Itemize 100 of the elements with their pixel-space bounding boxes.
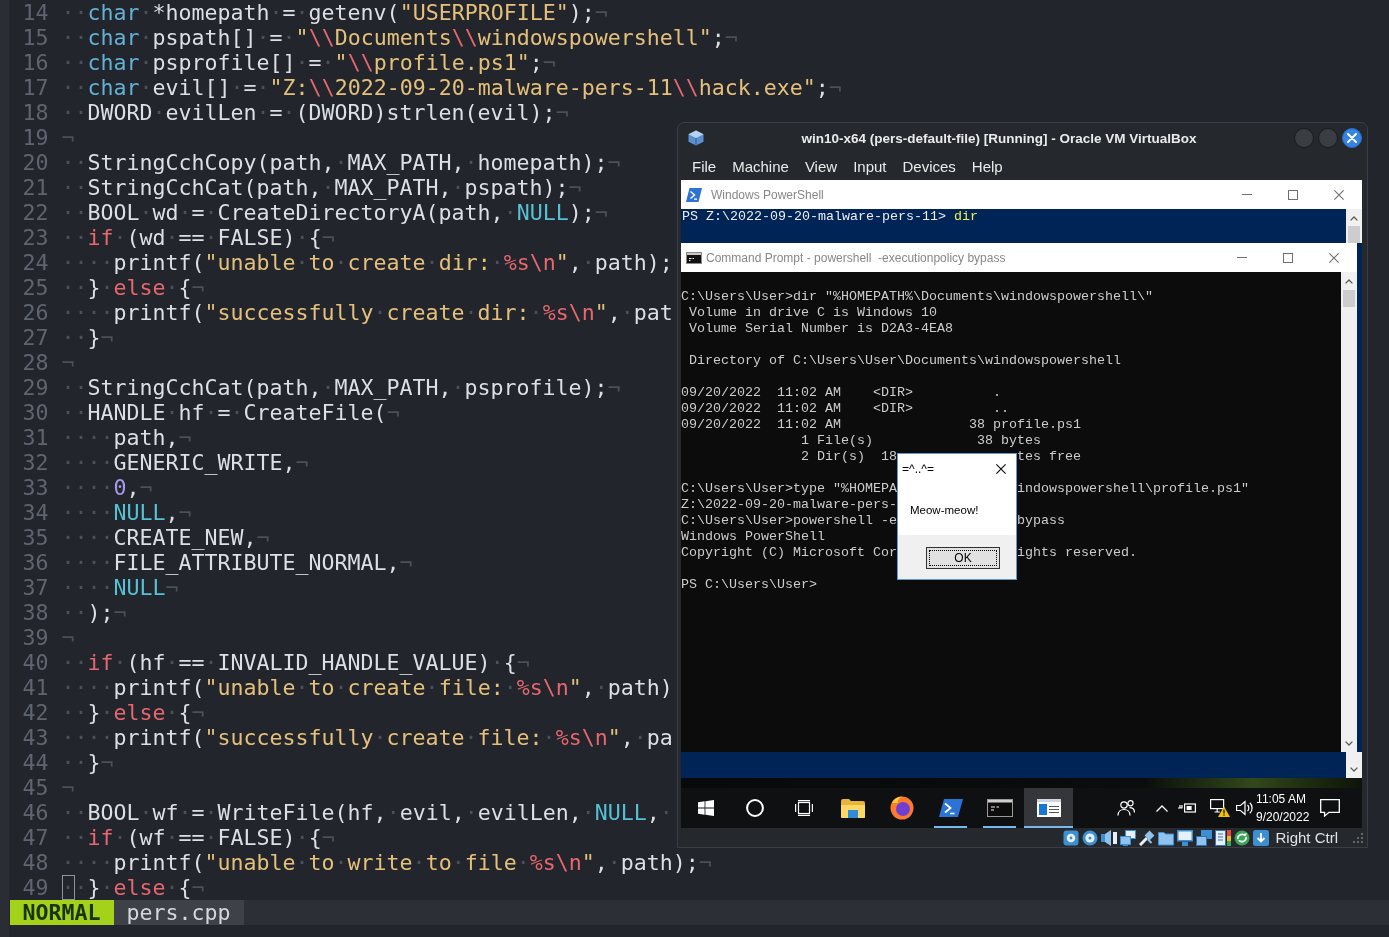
sync-icon[interactable]: [1234, 829, 1251, 846]
line-number: 16: [22, 50, 49, 75]
document-icon[interactable]: [1215, 829, 1232, 846]
close-icon: [1347, 133, 1357, 143]
globe-icon: [889, 796, 914, 820]
line-number: 20: [22, 150, 49, 175]
line-number: 25: [22, 275, 49, 300]
stacked-windows-icon[interactable]: [1196, 829, 1213, 846]
close-icon: [996, 464, 1006, 474]
prompt-icon: [686, 187, 702, 202]
code-line: ¬: [61, 125, 75, 150]
chevron-up-icon: [1345, 279, 1353, 284]
code-line: ··}¬: [61, 750, 114, 775]
code-line: ¬: [61, 775, 75, 800]
disc-icon[interactable]: [1082, 829, 1099, 846]
ring-icon: [745, 799, 764, 817]
line-number: 37: [22, 575, 49, 600]
line-number: 14: [22, 0, 49, 25]
people-icon[interactable]: [1117, 800, 1135, 816]
code-line: ··}·else·{¬: [61, 700, 205, 725]
code-line: ··char·evil[]·=·"Z:\\2022-09-20-malware-pers-11\\hack.exe";¬: [61, 75, 842, 100]
code-line: ····FILE_ATTRIBUTE_NORMAL,¬: [61, 550, 413, 575]
line-number: 27: [22, 325, 49, 350]
menu-item[interactable]: Input: [846, 156, 894, 177]
code-line: ··StringCchCat(path,·MAX_PATH,·psprofile);¬: [61, 375, 621, 400]
console-line: bypass: [1017, 513, 1065, 529]
line-number: 45: [22, 775, 49, 800]
chevron-up-icon: [1350, 216, 1358, 221]
code-line: ··StringCchCat(path,·MAX_PATH,·pspath);¬: [61, 175, 582, 200]
ok-button[interactable]: OK: [926, 547, 1000, 569]
dialog-message: Meow-meow!: [910, 502, 979, 518]
line-number: 24: [22, 250, 49, 275]
network-icon[interactable]: [1120, 829, 1137, 846]
display-icon[interactable]: [1177, 829, 1194, 846]
console-icon: [986, 799, 1013, 817]
menu-item[interactable]: File: [685, 156, 724, 177]
line-number: 48: [22, 850, 49, 875]
speaker-icon[interactable]: [1101, 829, 1118, 846]
console-line: Directory of C:\Users\User\Documents\windowspowershell: [689, 353, 1121, 369]
code-line: ····GENERIC_WRITE,¬: [61, 450, 309, 475]
code-line: ··if·(hf·==·INVALID_HANDLE_VALUE)·{¬: [61, 650, 530, 675]
code-line: ····NULL,¬: [61, 500, 192, 525]
code-line: ··BOOL·wf·=·WriteFile(hf,·evil,·evilLen,·NULL,·: [61, 800, 673, 825]
cube-icon: [688, 130, 704, 146]
close-button[interactable]: [1342, 128, 1362, 148]
scroll-thumb[interactable]: [1343, 290, 1355, 307]
console-line: 09/20/2022 11:02 AM <DIR> .: [681, 385, 1001, 401]
code-line: ¬: [61, 350, 75, 375]
battery-icon[interactable]: [1178, 801, 1196, 815]
code-line: ··HANDLE·hf·=·CreateFile(¬: [61, 400, 400, 425]
folder-icon: [840, 798, 865, 818]
console-line: 09/20/2022 11:02 AM <DIR> ..: [681, 401, 1009, 417]
console-line: Z:\2022-09-20-malware-pers-: [681, 497, 897, 513]
menu-item[interactable]: Help: [964, 156, 1010, 177]
console-line: Windows PowerShell: [681, 529, 825, 545]
line-number: 30: [22, 400, 49, 425]
resize-grip-icon[interactable]: [1353, 832, 1363, 843]
line-number: 32: [22, 450, 49, 475]
console-line: ights reserved.: [1017, 545, 1137, 561]
line-number: 43: [22, 725, 49, 750]
network-warning-icon[interactable]: [1210, 799, 1230, 817]
line-number: 28: [22, 350, 49, 375]
minimize-icon: [1242, 194, 1252, 195]
scrollbar[interactable]: [1346, 752, 1362, 778]
menu-item[interactable]: View: [797, 156, 845, 177]
code-line: ··char·*homepath·=·getenv("USERPROFILE");¬: [61, 0, 608, 25]
console-icon: [686, 251, 702, 264]
line-number: 26: [22, 300, 49, 325]
console-line: C:\Users\User>powershell -e: [681, 513, 897, 529]
plug-icon[interactable]: [1139, 829, 1156, 846]
maximize-icon: [1288, 189, 1298, 200]
code-line: ····printf("unable·to·write·to·file·%s\n",·path);¬: [61, 850, 712, 875]
line-number: 46: [22, 800, 49, 825]
menu-item[interactable]: Machine: [725, 156, 796, 177]
scrollbar[interactable]: [1346, 209, 1362, 243]
scroll-thumb[interactable]: [1348, 226, 1360, 243]
tiles-icon: [697, 800, 714, 816]
speaker-icon[interactable]: [1236, 800, 1254, 816]
line-number: 33: [22, 475, 49, 500]
code-line: ····printf("successfully·create·file:·%s\n",·pa: [61, 725, 673, 750]
panels-icon: [794, 800, 813, 816]
code-line: ··char·pspath[]·=·"\\Documents\\windowspowershell";¬: [61, 25, 738, 50]
code-line: ····printf("successfully·create·dir:·%s\n",·pat: [61, 300, 673, 325]
scrollbar[interactable]: [1341, 272, 1357, 752]
chevron-down-icon: [1345, 741, 1353, 746]
mode-indicator: NORMAL: [9, 900, 114, 925]
line-number: 29: [22, 375, 49, 400]
code-line: ····CREATE_NEW,¬: [61, 525, 270, 550]
prompt-icon: [938, 799, 963, 817]
line-number: 22: [22, 200, 49, 225]
chevron-up-icon[interactable]: [1156, 804, 1168, 812]
code-line: ¬: [61, 625, 75, 650]
line-number: 47: [22, 825, 49, 850]
menu-item[interactable]: Devices: [895, 156, 963, 177]
code-line: ····NULL¬: [61, 575, 179, 600]
console-line: Volume in drive C is Windows 10: [689, 305, 937, 321]
close-icon: [1329, 252, 1339, 263]
code-line: ··if·(wd·==·FALSE)·{¬: [61, 225, 335, 250]
taskbar-button[interactable]: [1024, 788, 1073, 828]
code-line: ··StringCchCopy(path,·MAX_PATH,·homepath);¬: [61, 150, 621, 175]
